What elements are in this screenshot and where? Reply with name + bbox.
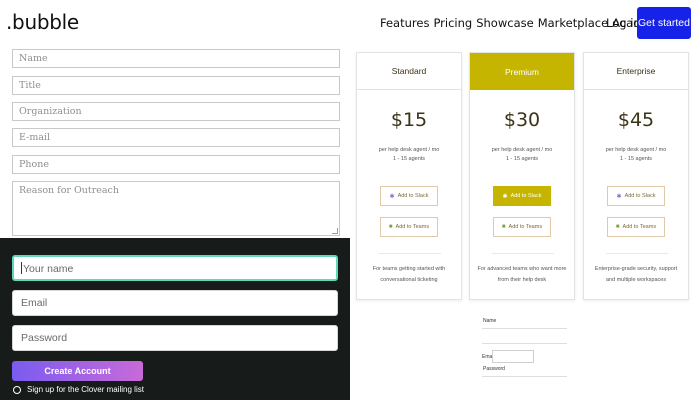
mini-name-input[interactable] (482, 328, 567, 329)
name-field[interactable]: Name (12, 49, 340, 68)
get-started-button[interactable]: Get started (637, 7, 691, 39)
nav-marketplace[interactable]: Marketplace (538, 16, 608, 30)
card-divider (606, 253, 668, 254)
plan-card-premium: Premium $30 per help desk agent / mo 1 - … (469, 52, 575, 300)
add-to-teams-label: Add to Teams (395, 224, 430, 230)
plan-terms: per help desk agent / mo 1 - 15 agents (584, 146, 688, 164)
slack-icon: ✱ (616, 193, 622, 200)
add-to-slack-button[interactable]: ✱ Add to Slack (607, 186, 665, 206)
your-name-input[interactable]: Your name (12, 255, 338, 281)
resize-handle-icon[interactable] (332, 228, 338, 234)
plan-price: $30 (503, 109, 541, 131)
add-to-slack-label: Add to Slack (510, 193, 542, 199)
plan-per-agent: per help desk agent / mo (605, 147, 667, 153)
mailing-list-label: Sign up for the Clover mailing list (27, 385, 144, 394)
mini-password-label: Password (483, 366, 505, 372)
add-to-slack-button[interactable]: ✱ Add to Slack (493, 186, 551, 206)
card-divider (379, 253, 441, 254)
signup-email-placeholder: Email (21, 297, 48, 309)
mini-email-input[interactable] (492, 350, 534, 363)
plan-per-agent: per help desk agent / mo (378, 147, 440, 153)
plan-per-agent: per help desk agent / mo (491, 147, 553, 153)
create-account-button[interactable]: Create Account (12, 361, 143, 381)
plan-agents: 1 - 15 agents (505, 156, 539, 162)
text-caret (21, 262, 22, 274)
mini-password-input[interactable] (482, 376, 567, 377)
plan-price: $45 (617, 109, 655, 131)
reason-textarea[interactable]: Reason for Outreach (12, 181, 340, 236)
plan-terms: per help desk agent / mo 1 - 15 agents (470, 146, 574, 164)
title-field[interactable]: Title (12, 76, 340, 95)
mailing-list-radio[interactable] (13, 385, 21, 394)
plan-agents: 1 - 15 agents (619, 156, 653, 162)
teams-icon: ■ (501, 224, 506, 230)
plan-price: $15 (390, 109, 428, 131)
email-field[interactable]: E-mail (12, 128, 340, 147)
teams-icon: ■ (615, 224, 620, 230)
mini-name-label: Name (483, 318, 497, 324)
mini-divider (482, 343, 567, 344)
slack-icon: ✱ (502, 193, 508, 200)
add-to-slack-label: Add to Slack (397, 193, 429, 199)
mailing-list-option[interactable]: Sign up for the Clover mailing list (13, 385, 144, 394)
add-to-teams-label: Add to Teams (622, 224, 657, 230)
your-name-placeholder: Your name (23, 263, 74, 275)
login-link[interactable]: Log in (606, 16, 641, 30)
nav-pricing[interactable]: Pricing (433, 16, 472, 30)
plan-name: Premium (470, 53, 574, 90)
nav-showcase[interactable]: Showcase (476, 16, 533, 30)
organization-field[interactable]: Organization (12, 102, 340, 121)
teams-icon: ■ (388, 224, 393, 230)
reason-placeholder: Reason for Outreach (19, 185, 119, 196)
card-divider (492, 253, 554, 254)
add-to-teams-button[interactable]: ■ Add to Teams (607, 217, 665, 237)
plan-name: Standard (357, 53, 461, 90)
plan-card-enterprise: Enterprise $45 per help desk agent / mo 1… (583, 52, 689, 300)
slack-icon: ✱ (389, 193, 395, 200)
add-to-teams-button[interactable]: ■ Add to Teams (380, 217, 438, 237)
phone-field[interactable]: Phone (12, 155, 340, 174)
signup-email-input[interactable]: Email (12, 290, 338, 316)
plan-card-standard: Standard $15 per help desk agent / mo 1 -… (356, 52, 462, 300)
signup-password-placeholder: Password (21, 332, 68, 344)
plan-agents: 1 - 15 agents (392, 156, 426, 162)
signup-password-input[interactable]: Password (12, 325, 338, 351)
bubble-logo[interactable]: .bubble (6, 10, 79, 34)
plan-name: Enterprise (584, 53, 688, 90)
plan-description: For advanced teams who want more from th… (477, 266, 567, 283)
add-to-teams-label: Add to Teams (508, 224, 543, 230)
add-to-slack-button[interactable]: ✱ Add to Slack (380, 186, 438, 206)
add-to-slack-label: Add to Slack (624, 193, 656, 199)
nav-features[interactable]: Features (380, 16, 429, 30)
add-to-teams-button[interactable]: ■ Add to Teams (493, 217, 551, 237)
plan-terms: per help desk agent / mo 1 - 15 agents (357, 146, 461, 164)
plan-description: For teams getting started with conversat… (372, 266, 446, 283)
plan-description: Enterprise-grade security, support and m… (594, 266, 678, 283)
